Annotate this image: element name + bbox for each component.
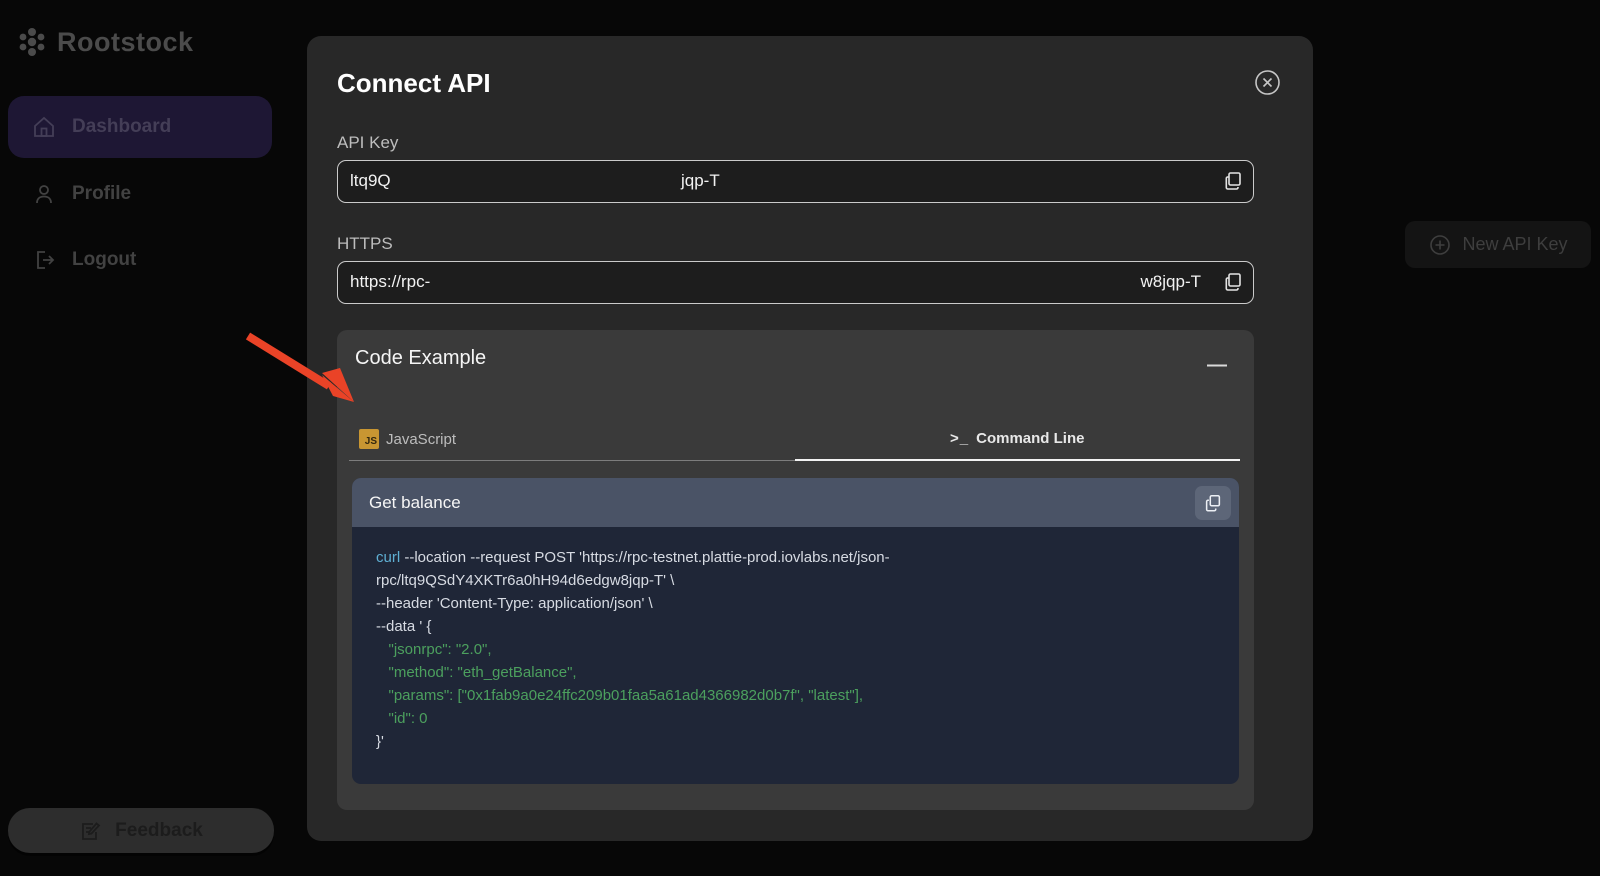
terminal-icon: >_	[950, 430, 969, 447]
sidebar-item-profile[interactable]: Profile	[8, 166, 272, 222]
copy-https-button[interactable]	[1221, 271, 1245, 295]
code-snippet-header: Get balance	[352, 478, 1239, 527]
code-lines: curl --location --request POST 'https://…	[352, 527, 1239, 772]
logout-icon	[32, 248, 56, 272]
new-api-key-label: New API Key	[1462, 234, 1567, 255]
tab-label: Command Line	[976, 430, 1084, 447]
rootstock-logo-icon	[16, 26, 48, 58]
feedback-icon	[79, 819, 103, 843]
code-example-title: Code Example	[355, 347, 486, 370]
sidebar-item-logout[interactable]: Logout	[8, 232, 272, 288]
copy-code-button[interactable]	[1195, 486, 1231, 520]
code-snippet-block: Get balance curl --location --request PO…	[352, 478, 1239, 784]
https-field[interactable]: https://rpc- w8jqp-T	[337, 261, 1254, 304]
code-line: "params": ["0x1fab9a0e24ffc209b01faa5a61…	[376, 684, 1215, 707]
close-icon[interactable]	[1254, 69, 1281, 96]
code-line: rpc/ltq9QSdY4XKTr6a0hH94d6edgw8jqp-T' \	[376, 569, 1215, 592]
red-arrow-annotation	[230, 323, 370, 418]
sidebar-item-label: Dashboard	[72, 116, 171, 138]
sidebar-item-dashboard[interactable]: Dashboard	[8, 96, 272, 158]
https-value-end: w8jqp-T	[1141, 272, 1201, 292]
code-line: "id": 0	[376, 707, 1215, 730]
code-line: "method": "eth_getBalance",	[376, 661, 1215, 684]
tab-command-line[interactable]: >_ Command Line	[795, 418, 1241, 461]
connect-api-modal: Connect API API Key ltq9Q jqp-T HTTPS ht…	[307, 36, 1313, 841]
tab-javascript[interactable]: JS JavaScript	[349, 418, 795, 461]
brand-name: Rootstock	[57, 27, 194, 58]
feedback-label: Feedback	[115, 820, 203, 842]
code-language-tabs: JS JavaScript >_ Command Line	[349, 418, 1240, 461]
new-api-key-button[interactable]: New API Key	[1405, 221, 1591, 268]
tab-label: JavaScript	[386, 431, 456, 448]
api-key-value-start: ltq9Q	[350, 171, 391, 191]
sidebar-item-label: Logout	[72, 249, 136, 271]
code-line: }'	[376, 730, 1215, 753]
code-line: --data ' {	[376, 615, 1215, 638]
javascript-icon: JS	[359, 429, 379, 449]
code-example-card: Code Example — JS JavaScript >_ Command …	[337, 330, 1254, 810]
modal-title: Connect API	[337, 68, 491, 99]
plus-circle-icon	[1428, 233, 1452, 257]
sidebar-item-label: Profile	[72, 183, 131, 205]
api-key-field[interactable]: ltq9Q jqp-T	[337, 160, 1254, 203]
api-key-value-end: jqp-T	[681, 171, 720, 191]
sidebar: Rootstock Dashboard Profile Logout Feedb…	[0, 0, 280, 876]
user-icon	[32, 182, 56, 206]
code-line: curl --location --request POST 'https://…	[376, 546, 1215, 569]
snippet-title: Get balance	[369, 493, 461, 513]
minimize-icon[interactable]: —	[1206, 354, 1228, 376]
code-line: "jsonrpc": "2.0",	[376, 638, 1215, 661]
code-line: --header 'Content-Type: application/json…	[376, 592, 1215, 615]
copy-api-key-button[interactable]	[1221, 170, 1245, 194]
https-value-start: https://rpc-	[350, 272, 430, 292]
api-key-label: API Key	[337, 133, 398, 153]
feedback-button[interactable]: Feedback	[8, 808, 274, 853]
brand: Rootstock	[16, 26, 194, 58]
https-label: HTTPS	[337, 234, 393, 254]
home-icon	[32, 115, 56, 139]
